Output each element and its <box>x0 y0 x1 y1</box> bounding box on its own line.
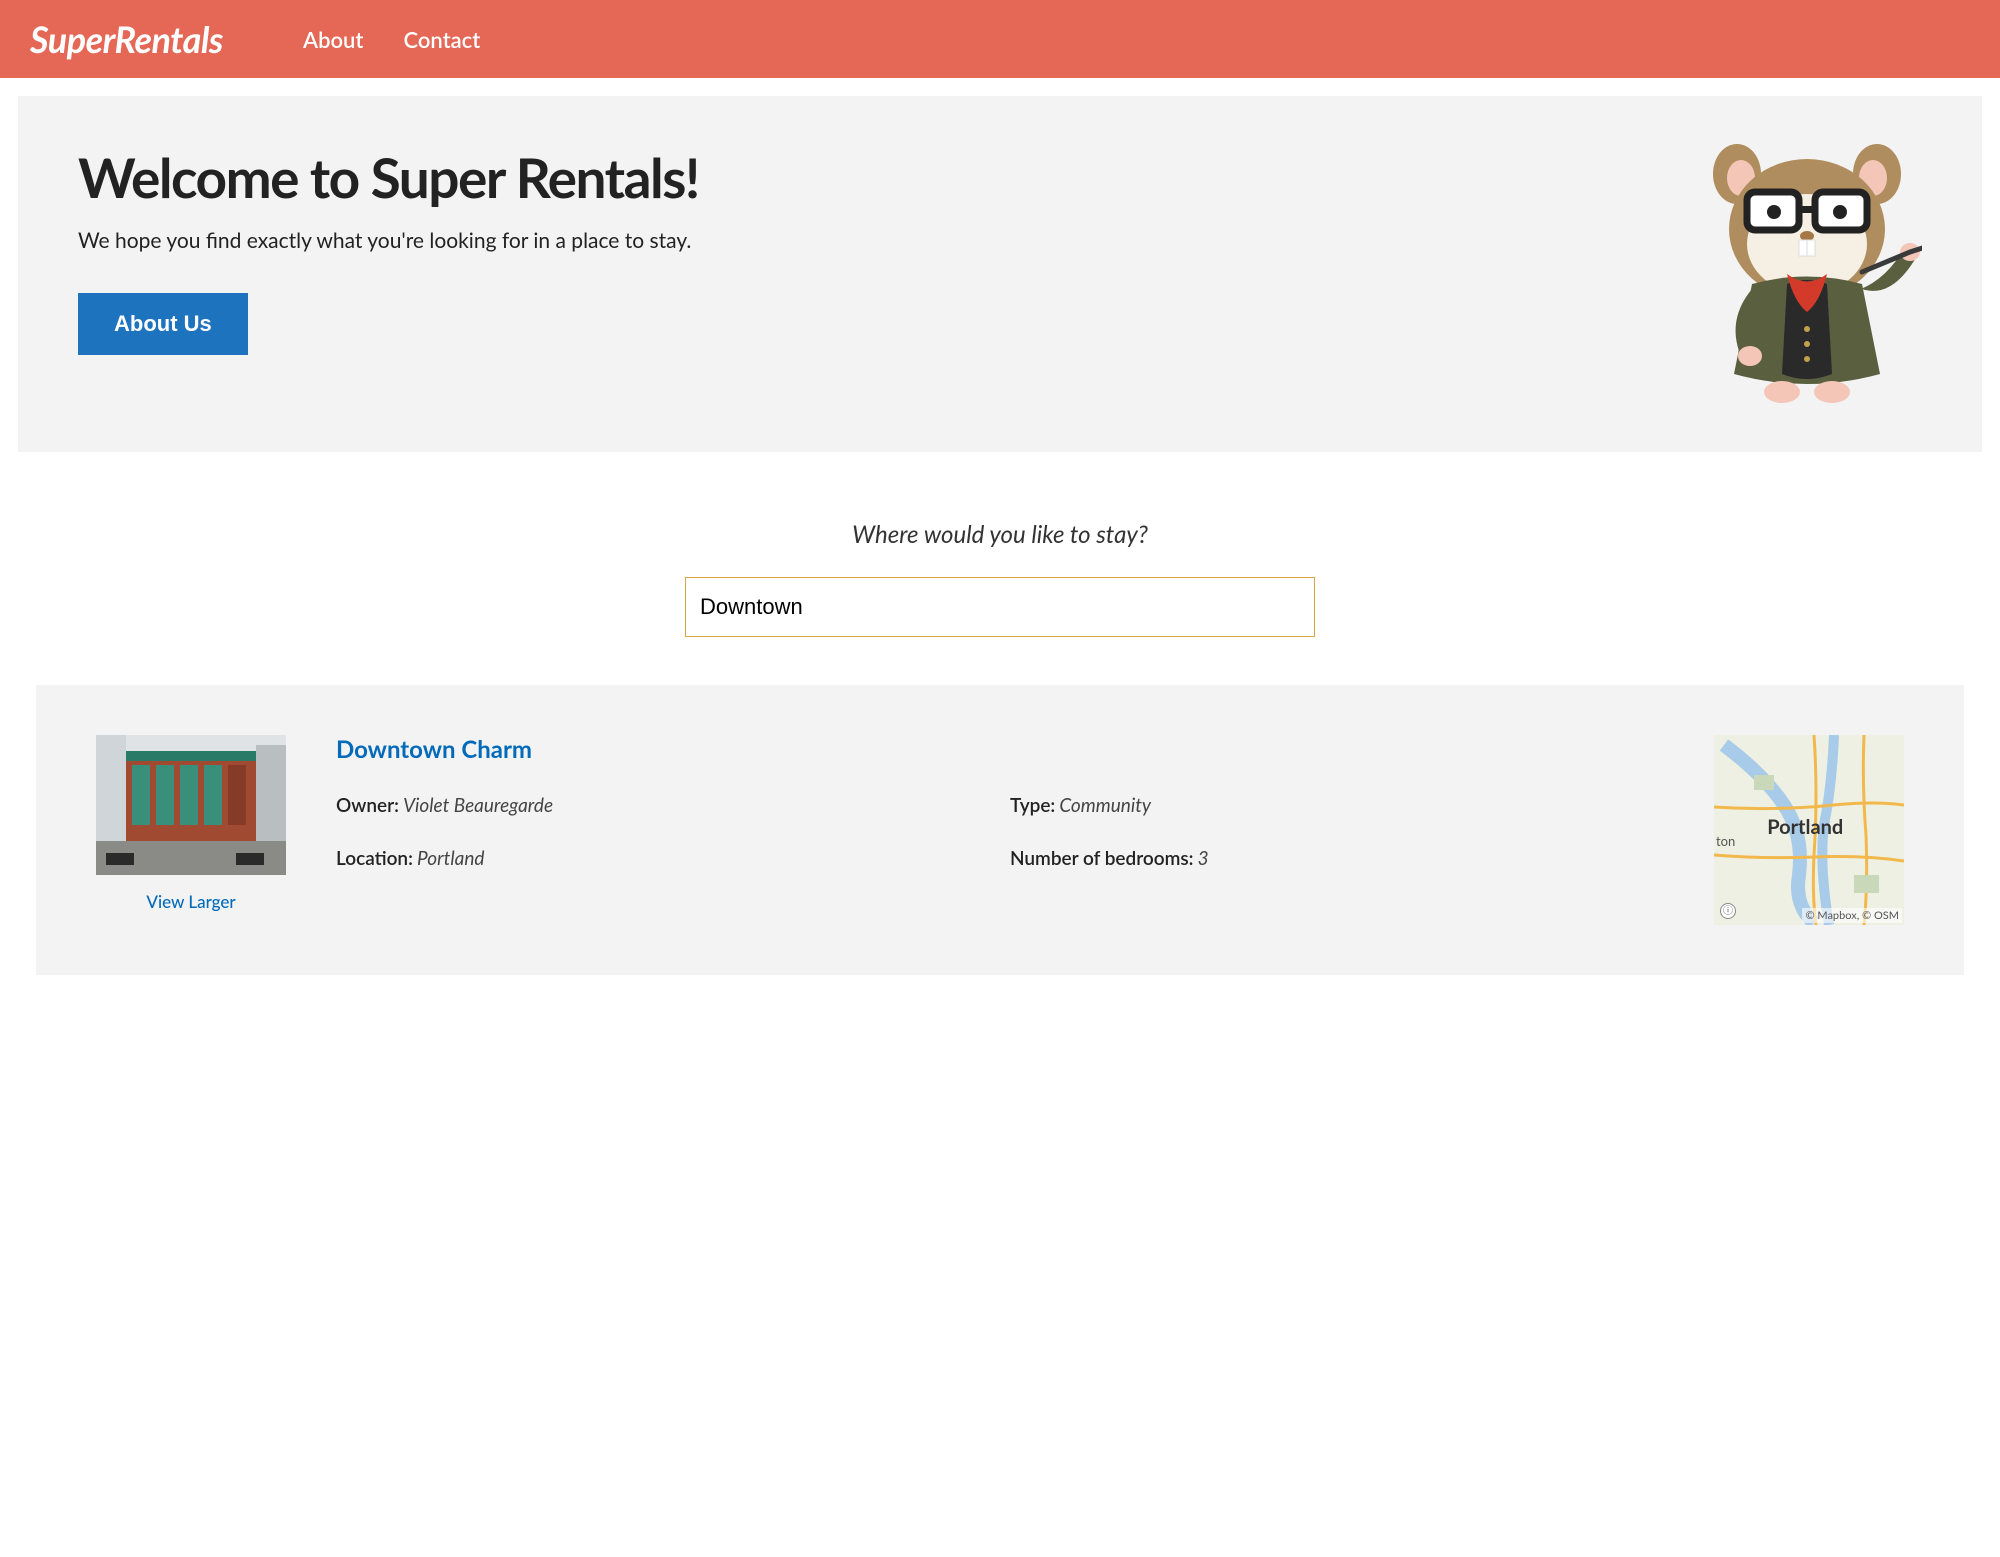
location-value: Portland <box>417 847 484 870</box>
filter-prompt: Where would you like to stay? <box>0 520 2000 549</box>
listing-card: View Larger Downtown Charm Owner: Violet… <box>36 685 1964 975</box>
type-value: Community <box>1059 794 1151 817</box>
type-label: Type: <box>1010 794 1055 817</box>
location-label: Location: <box>336 847 413 870</box>
hero-jumbo: Welcome to Super Rentals! We hope you fi… <box>18 96 1982 452</box>
mascot-image <box>1692 144 1922 404</box>
hero-title: Welcome to Super Rentals! <box>78 144 699 210</box>
map-city-label: Portland <box>1767 815 1843 839</box>
nav-about-link[interactable]: About <box>303 26 363 53</box>
owner-value: Violet Beauregarde <box>403 794 553 817</box>
owner-row: Owner: Violet Beauregarde <box>336 794 990 817</box>
detail-grid: Owner: Violet Beauregarde Type: Communit… <box>336 794 1664 870</box>
brand-logo[interactable]: SuperRentals <box>30 17 223 61</box>
nav-links: About Contact <box>303 26 480 53</box>
navbar: SuperRentals About Contact <box>0 0 2000 78</box>
nav-contact-link[interactable]: Contact <box>403 26 480 53</box>
listing-title-link[interactable]: Downtown Charm <box>336 735 1664 764</box>
view-larger-link[interactable]: View Larger <box>96 891 286 912</box>
hero-subtitle: We hope you find exactly what you're loo… <box>78 228 699 253</box>
about-us-button[interactable]: About Us <box>78 293 248 355</box>
location-row: Location: Portland <box>336 847 990 870</box>
map-info-icon[interactable]: ⓘ <box>1720 903 1736 919</box>
listing-map[interactable]: Portland ton ⓘ © Mapbox, © OSM <box>1714 735 1904 925</box>
listing-details: Downtown Charm Owner: Violet Beauregarde… <box>336 735 1664 870</box>
results-section: View Larger Downtown Charm Owner: Violet… <box>0 685 2000 1033</box>
bedrooms-value: 3 <box>1198 847 1209 870</box>
listing-image[interactable] <box>96 735 286 875</box>
type-row: Type: Community <box>1010 794 1664 817</box>
map-attribution: © Mapbox, © OSM <box>1802 908 1902 923</box>
bedrooms-row: Number of bedrooms: 3 <box>1010 847 1664 870</box>
bedrooms-label: Number of bedrooms: <box>1010 847 1194 870</box>
hero-text: Welcome to Super Rentals! We hope you fi… <box>78 144 699 355</box>
location-filter-input[interactable] <box>685 577 1315 637</box>
owner-label: Owner: <box>336 794 399 817</box>
filter-section: Where would you like to stay? <box>0 470 2000 667</box>
map-minor-label: ton <box>1716 833 1735 849</box>
listing-image-wrap: View Larger <box>96 735 286 912</box>
